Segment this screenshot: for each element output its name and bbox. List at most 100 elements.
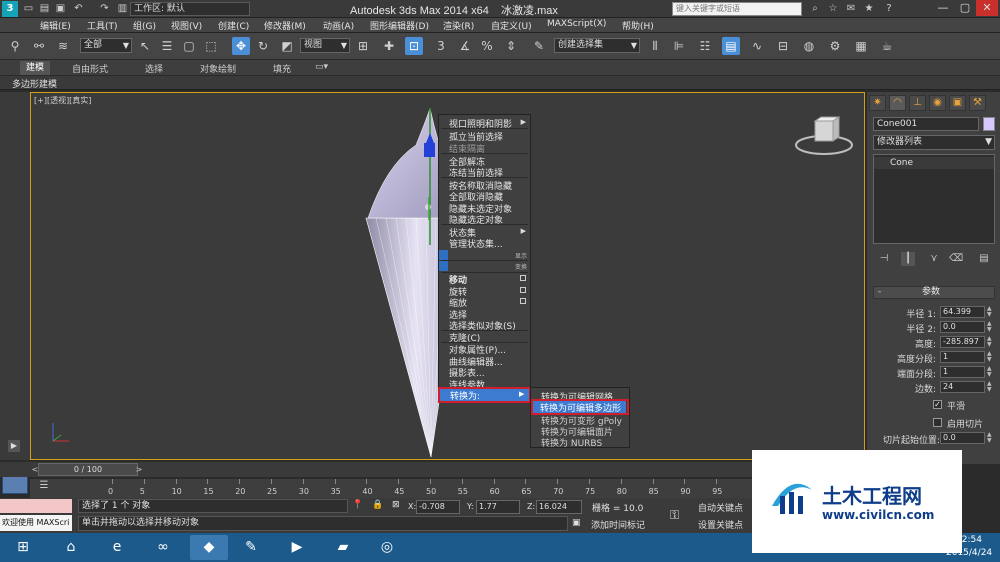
folder-icon[interactable]: ▰ (324, 535, 362, 560)
select-scale-icon[interactable]: ◩ (278, 37, 296, 55)
height-field[interactable]: -285.897 (940, 336, 985, 348)
tab-populate[interactable]: 填充 (273, 62, 291, 75)
add-time-tag[interactable]: 添加时间标记 (591, 518, 645, 531)
undo-icon[interactable]: ↶ (72, 2, 85, 15)
configure-sets-icon[interactable]: ▤ (977, 252, 991, 266)
smooth-checkbox[interactable]: ✓ (933, 400, 942, 409)
settings-box-icon[interactable] (520, 275, 526, 281)
snaps-toggle-icon[interactable]: 3 (432, 37, 450, 55)
slice-on-checkbox[interactable] (933, 418, 942, 427)
select-object-icon[interactable]: ↖ (136, 37, 154, 55)
make-unique-icon[interactable]: ⋎ (927, 252, 941, 266)
x-coord-field[interactable]: -0.708 (416, 500, 460, 514)
edit-named-selection-icon[interactable]: ✎ (530, 37, 548, 55)
select-rotate-icon[interactable]: ↻ (254, 37, 272, 55)
app-logo[interactable]: 3 (2, 1, 18, 17)
remove-modifier-icon[interactable]: ⌫ (949, 252, 963, 266)
save-file-icon[interactable]: ▣ (54, 2, 67, 15)
rendered-frame-icon[interactable]: ▦ (852, 37, 870, 55)
select-link-icon[interactable]: ⚲ (6, 37, 24, 55)
motion-tab-icon[interactable]: ◉ (929, 95, 946, 111)
y-coord-field[interactable]: 1.77 (476, 500, 520, 514)
menu-create[interactable]: 创建(C) (218, 19, 249, 32)
search-input[interactable]: 键入关键字或短语 (672, 2, 802, 16)
filter-icon[interactable]: ☰ (36, 480, 52, 494)
3dsmax-taskbar-icon[interactable]: ◆ (190, 535, 228, 560)
display-tab-icon[interactable]: ▣ (949, 95, 966, 111)
tab-object-paint[interactable]: 对象绘制 (200, 62, 236, 75)
ribbon-toggle-icon[interactable]: ▤ (722, 37, 740, 55)
hierarchy-tab-icon[interactable]: ⊥ (909, 95, 926, 111)
windows-start-icon[interactable]: ⊞ (4, 535, 42, 560)
set-key-button[interactable]: 设置关键点 (698, 518, 743, 531)
new-file-icon[interactable]: ▭ (22, 2, 35, 15)
window-crossing-icon[interactable]: ⬚ (202, 37, 220, 55)
select-by-name-icon[interactable]: ☰ (158, 37, 176, 55)
time-next-icon[interactable]: > (134, 464, 144, 475)
ie-browser-icon[interactable]: e (98, 535, 136, 560)
spinner-icon[interactable]: ▲ ▼ (987, 366, 993, 378)
utilities-tab-icon[interactable]: ⚒ (969, 95, 986, 111)
object-name-field[interactable]: Cone001 (873, 117, 979, 131)
track-bar[interactable]: 0 5 10 15 20 25 30 35 40 45 50 55 60 65 70 75 80 85 90 95 (30, 478, 752, 498)
minimize-button[interactable]: — (932, 0, 954, 16)
curve-editor-icon[interactable]: ∿ (748, 37, 766, 55)
sides-field[interactable]: 24 (940, 381, 985, 393)
binoculars-icon[interactable]: ⌕ (808, 2, 822, 16)
unlink-icon[interactable]: ⚯ (30, 37, 48, 55)
radius1-field[interactable]: 64.399 (940, 306, 985, 318)
time-slider-thumb[interactable]: 0 / 100 (38, 463, 138, 476)
viewport-label[interactable]: [+][透视][真实] (34, 95, 91, 106)
menu-maxscript[interactable]: MAXScript(X) (547, 19, 606, 29)
material-editor-icon[interactable]: ◍ (800, 37, 818, 55)
menu-customize[interactable]: 自定义(U) (491, 19, 532, 32)
align-icon[interactable]: ⊫ (670, 37, 688, 55)
maxscript-listener-mini[interactable] (0, 499, 72, 513)
expand-arrow-icon[interactable]: ▶ (8, 440, 20, 452)
menu-manage-state-sets[interactable]: 管理状态集... (449, 237, 503, 250)
render-teapot-icon[interactable]: ☕ (878, 37, 896, 55)
home-icon[interactable]: ⌂ (52, 535, 90, 560)
reference-coord-dropdown[interactable]: 视图 ▼ (300, 38, 350, 53)
open-file-icon[interactable]: ▤ (38, 2, 51, 15)
pivot-center-icon[interactable]: ⊞ (354, 37, 372, 55)
tab-selection[interactable]: 选择 (145, 62, 163, 75)
menu-edit[interactable]: 编辑(E) (40, 19, 71, 32)
percent-snap-icon[interactable]: % (478, 37, 496, 55)
spinner-icon[interactable]: ▲ ▼ (987, 351, 993, 363)
menu-modifiers[interactable]: 修改器(M) (264, 19, 306, 32)
stack-item-cone[interactable]: Cone (874, 157, 994, 169)
time-slider[interactable]: < 0 / 100 > (0, 462, 752, 477)
select-move-icon[interactable]: ✥ (232, 37, 250, 55)
spinner-icon[interactable]: ▲ ▼ (987, 432, 993, 444)
ribbon-options-icon[interactable]: ▭▾ (315, 62, 328, 72)
angle-snap-icon[interactable]: ∡ (456, 37, 474, 55)
select-manipulate-icon[interactable]: ✚ (380, 37, 398, 55)
maximize-button[interactable]: ▢ (954, 0, 976, 16)
project-folder-icon[interactable]: ▥ (116, 2, 129, 15)
menu-group[interactable]: 组(G) (133, 19, 156, 32)
menu-graph-editors[interactable]: 图形编辑器(D) (370, 19, 429, 32)
height-segments-field[interactable]: 1 (940, 351, 985, 363)
maxscript-welcome[interactable]: 欢迎使用 MAXScri (0, 515, 72, 531)
settings-box-icon[interactable] (520, 298, 526, 304)
cap-segments-field[interactable]: 1 (940, 366, 985, 378)
favorites-icon[interactable]: ★ (862, 2, 876, 16)
menu-convert-to[interactable]: 转换为: (450, 389, 480, 402)
render-setup-icon[interactable]: ⚙ (826, 37, 844, 55)
radius2-field[interactable]: 0.0 (940, 321, 985, 333)
browser-icon[interactable]: ◎ (368, 535, 406, 560)
menu-convert-nurbs[interactable]: 转换为 NURBS (541, 436, 602, 449)
spinner-icon[interactable]: ▲ ▼ (987, 321, 993, 333)
redo-icon[interactable]: ↷ (98, 2, 111, 15)
pin-stack-icon[interactable]: ⊣ (877, 252, 891, 266)
rect-selection-icon[interactable]: ▢ (180, 37, 198, 55)
selection-lock-icon[interactable]: 📍 (352, 500, 363, 510)
layer-manager-icon[interactable]: ☷ (696, 37, 714, 55)
spinner-icon[interactable]: ▲ ▼ (987, 306, 993, 318)
bind-space-warp-icon[interactable]: ≋ (54, 37, 72, 55)
lock-icon[interactable]: 🔒 (372, 500, 383, 510)
close-button[interactable]: ✕ (976, 0, 998, 16)
cloud-sync-icon[interactable]: ∞ (144, 535, 182, 560)
menu-tools[interactable]: 工具(T) (87, 19, 118, 32)
